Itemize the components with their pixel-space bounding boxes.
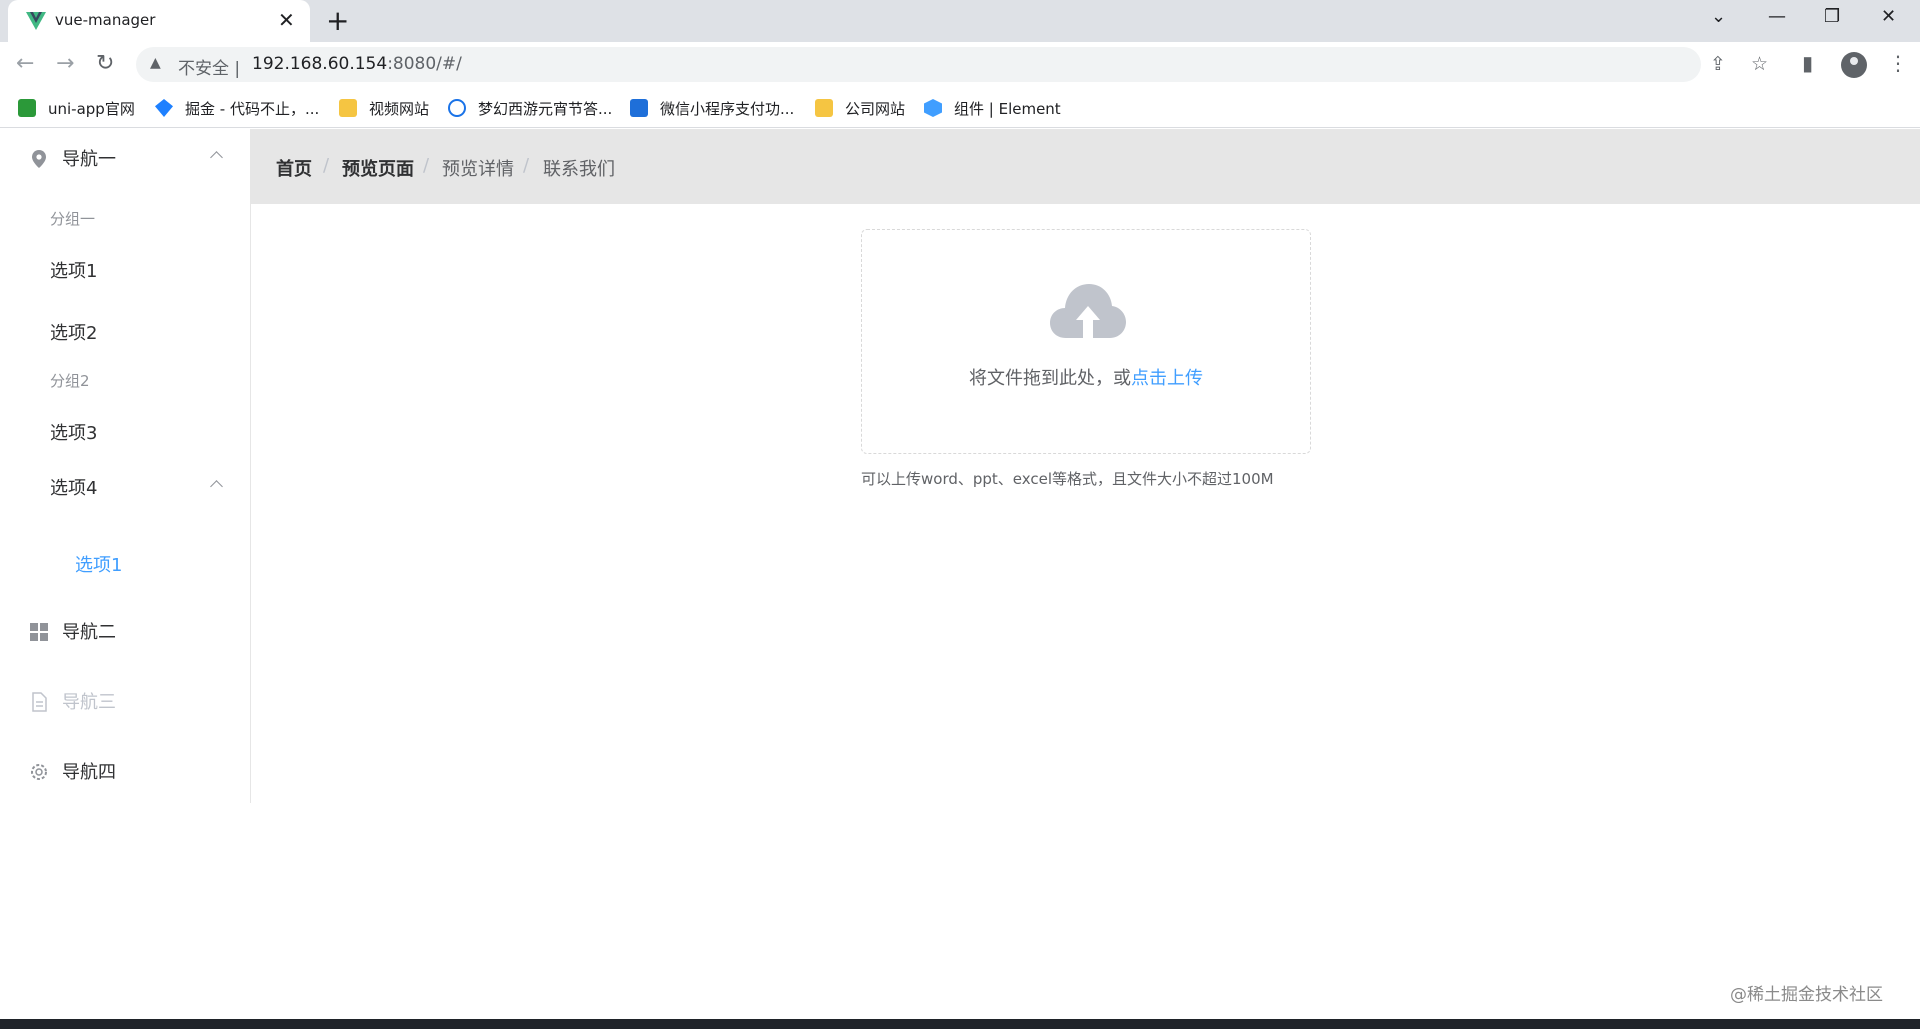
sidebar-item-nav1[interactable]: 导航一 [0,131,250,187]
tab-title: vue-manager [55,11,156,29]
upload-tip: 可以上传word、ppt、excel等格式，且文件大小不超过100M [861,470,1274,488]
insecure-label[interactable]: 不安全 | [178,54,240,79]
group-title-1: 分组一 [50,210,96,228]
folder-icon [339,99,357,117]
upload-cloud-icon [1050,284,1126,338]
chevron-up-icon [210,480,223,493]
element-icon [924,99,942,117]
bookmarks-bar: uni-app官网 掘金 - 代码不止，... 视频网站 梦幻西游元宵节答...… [0,88,1920,128]
breadcrumb-home[interactable]: 首页 [276,155,312,181]
reload-button[interactable]: ↻ [96,52,114,76]
sidebar-item-option3[interactable]: 选项3 [50,419,97,445]
bookmark-company-folder[interactable]: 公司网站 [815,97,905,119]
warning-icon: ▲ [150,55,161,71]
sidebar-menu: 导航一 分组一 选项1 选项2 分组2 选项3 选项4 选项1 导航二 导航三 … [0,129,251,803]
back-button[interactable]: ← [16,52,34,76]
menu-icon[interactable]: ⋮ [1888,51,1908,75]
document-icon [32,692,47,712]
breadcrumb-preview[interactable]: 预览页面 [342,155,414,181]
sidebar-item-label: 导航三 [62,692,116,713]
minimize-button[interactable]: — [1768,6,1786,27]
forward-button[interactable]: → [56,52,74,76]
star-icon[interactable]: ☆ [1751,53,1768,75]
bookmark-mhxy[interactable]: 梦幻西游元宵节答... [448,97,612,119]
upload-dropzone[interactable]: 将文件拖到此处，或点击上传 [861,229,1311,454]
url-text[interactable]: 192.168.60.154:8080/#/ [252,54,462,74]
address-bar[interactable]: ▲ 不安全 | 192.168.60.154:8080/#/ ⇪ ☆ [136,47,1768,82]
profile-avatar[interactable] [1841,52,1867,78]
sidebar-item-option1[interactable]: 选项1 [50,257,97,283]
uniapp-icon [18,99,36,117]
tab-close-icon[interactable]: ✕ [278,9,295,31]
browser-tab[interactable]: vue-manager ✕ [8,0,310,42]
group-title-2: 分组2 [50,372,90,390]
watermark: @稀土掘金技术社区 [1730,985,1883,1005]
breadcrumb-separator: / [523,155,530,176]
sidebar-item-label: 导航四 [62,762,116,783]
breadcrumb-contact: 联系我们 [543,159,615,180]
breadcrumb-preview-detail: 预览详情 [442,159,514,180]
sidebar-item-option2[interactable]: 选项2 [50,319,97,345]
bookmark-element[interactable]: 组件 | Element [924,97,1061,119]
sidebar-item-nav2[interactable]: 导航二 [0,604,250,660]
tab-search-icon[interactable]: ⌄ [1711,6,1726,27]
gear-icon [31,764,47,780]
folder-icon [815,99,833,117]
sidebar-item-option4-sub1[interactable]: 选项1 [75,551,122,577]
taskbar [0,1019,1920,1029]
sidebar-item-label: 导航一 [62,149,116,170]
upload-hint: 将文件拖到此处，或点击上传 [969,368,1203,389]
vue-logo-icon [26,12,46,30]
wechat-pay-icon [630,99,648,117]
bookmark-wechat-pay[interactable]: 微信小程序支付功... [630,97,794,119]
grid-icon [30,623,48,641]
search-icon [448,99,466,117]
side-panel-icon[interactable]: ▮ [1802,51,1813,75]
restore-button[interactable]: ❐ [1824,6,1840,27]
share-icon[interactable]: ⇪ [1710,53,1726,75]
breadcrumb-separator: / [423,155,430,176]
bookmark-video-folder[interactable]: 视频网站 [339,97,429,119]
new-tab-button[interactable]: + [326,6,349,36]
bookmark-uniapp[interactable]: uni-app官网 [18,97,135,119]
browser-toolbar: ← → ↻ ▲ 不安全 | 192.168.60.154:8080/#/ ⇪ ☆… [0,42,1920,88]
breadcrumb-separator: / [323,155,330,176]
browser-tab-bar: vue-manager ✕ + ⌄ — ❐ ✕ [0,0,1920,42]
sidebar-item-nav4[interactable]: 导航四 [0,744,250,800]
sidebar-item-label: 选项4 [50,478,98,499]
juejin-icon [155,99,173,117]
chevron-up-icon [210,151,223,164]
bookmark-juejin[interactable]: 掘金 - 代码不止，... [155,97,319,119]
close-window-button[interactable]: ✕ [1881,6,1896,27]
location-icon [32,150,46,168]
breadcrumb: 首页 / 预览页面 / 预览详情 / 联系我们 [251,129,1920,204]
sidebar-item-option4[interactable]: 选项4 [0,460,250,516]
upload-click-link[interactable]: 点击上传 [1131,368,1203,389]
sidebar-item-nav3: 导航三 [0,674,250,730]
sidebar-item-label: 导航二 [62,622,116,643]
